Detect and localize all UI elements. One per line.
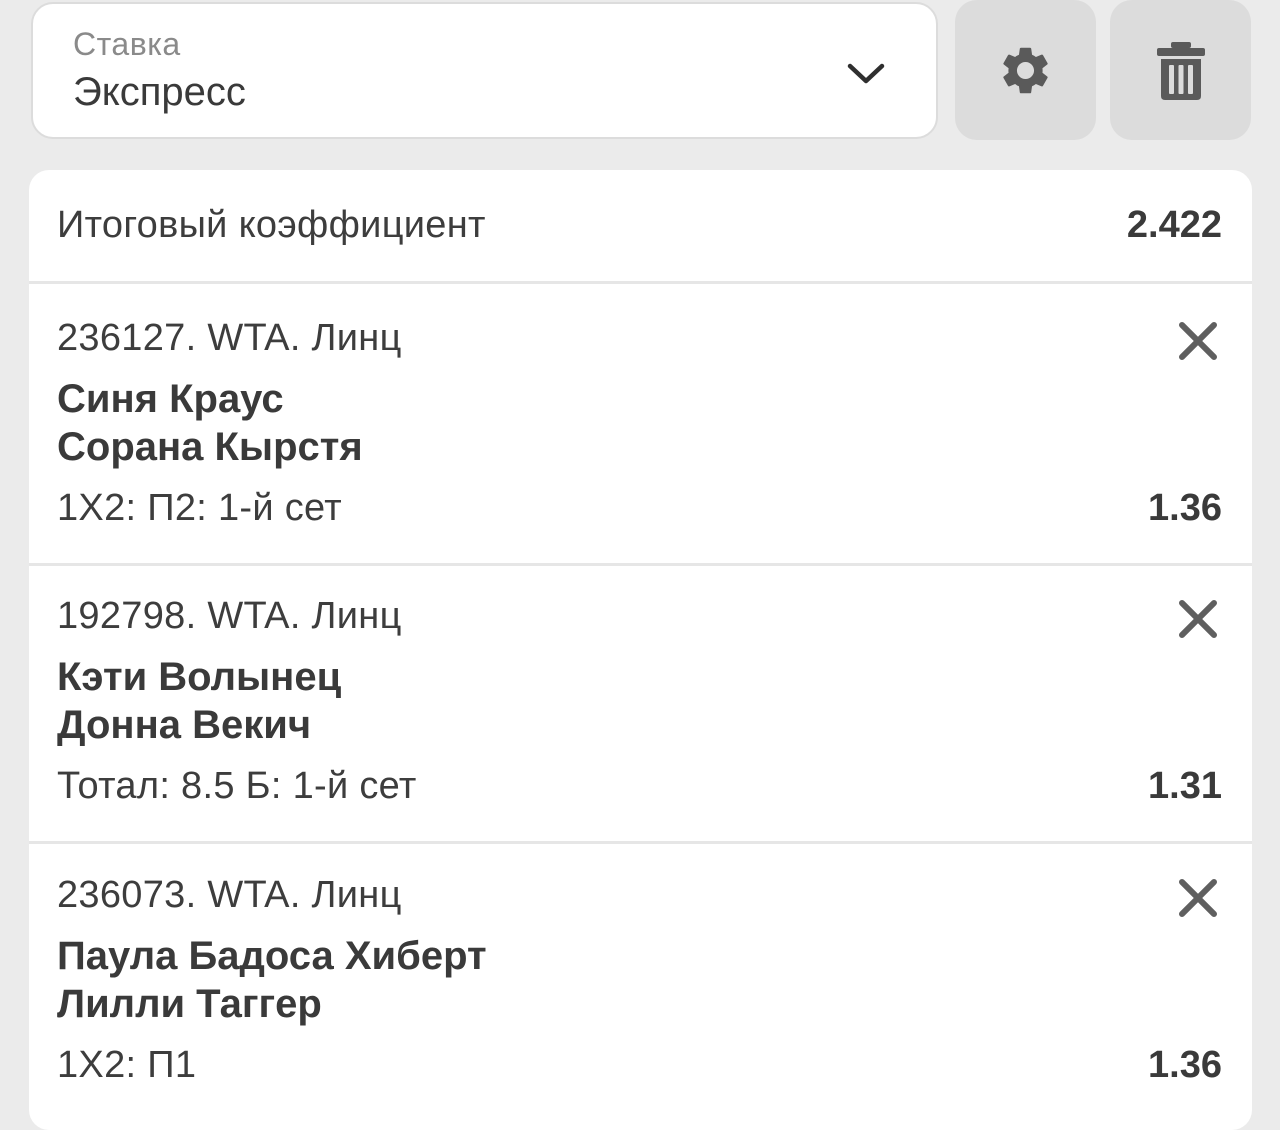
close-icon[interactable] bbox=[1178, 599, 1218, 639]
event-league: 236127. WTA. Линц bbox=[57, 317, 402, 359]
close-icon[interactable] bbox=[1178, 878, 1218, 918]
chevron-down-icon bbox=[847, 63, 885, 84]
event-team-away: Сорана Кырстя bbox=[57, 425, 363, 469]
bet-event: 192798. WTA. Линц Кэти Волынец Донна Век… bbox=[29, 565, 1252, 844]
event-league: 192798. WTA. Линц bbox=[57, 595, 402, 637]
trash-icon bbox=[1157, 42, 1205, 100]
bet-type-select[interactable]: Ставка Экспресс bbox=[31, 2, 938, 139]
event-team-away: Донна Векич bbox=[57, 703, 312, 747]
bet-type-value: Экспресс bbox=[73, 70, 246, 114]
bet-type-label: Ставка bbox=[73, 26, 181, 62]
event-league: 236073. WTA. Линц bbox=[57, 874, 402, 916]
bet-slip-card: Итоговый коэффициент 2.422 236127. WTA. … bbox=[29, 170, 1252, 1130]
event-odds: 1.36 bbox=[1148, 487, 1222, 529]
bet-slip-toolbar: Ставка Экспресс bbox=[0, 0, 1280, 150]
settings-button[interactable] bbox=[955, 0, 1096, 140]
close-icon[interactable] bbox=[1178, 321, 1218, 361]
event-team-home: Синя Краус bbox=[57, 377, 284, 421]
event-market: 1X2: П1 bbox=[57, 1044, 197, 1086]
total-odds-label: Итоговый коэффициент bbox=[57, 204, 486, 246]
event-market: Тотал: 8.5 Б: 1-й сет bbox=[57, 765, 417, 807]
total-odds-row: Итоговый коэффициент 2.422 bbox=[29, 170, 1252, 284]
total-odds-value: 2.422 bbox=[1126, 204, 1222, 246]
bet-event: 236127. WTA. Линц Синя Краус Сорана Кырс… bbox=[29, 287, 1252, 566]
event-team-home: Паула Бадоса Хиберт bbox=[57, 934, 487, 978]
event-team-away: Лилли Таггер bbox=[57, 982, 322, 1026]
event-team-home: Кэти Волынец bbox=[57, 655, 342, 699]
event-odds: 1.31 bbox=[1148, 765, 1222, 807]
bet-event: 236073. WTA. Линц Паула Бадоса Хиберт Ли… bbox=[29, 844, 1252, 1123]
event-market: 1X2: П2: 1-й сет bbox=[57, 487, 342, 529]
gear-icon bbox=[1003, 47, 1048, 94]
event-odds: 1.36 bbox=[1148, 1044, 1222, 1086]
delete-button[interactable] bbox=[1110, 0, 1251, 140]
